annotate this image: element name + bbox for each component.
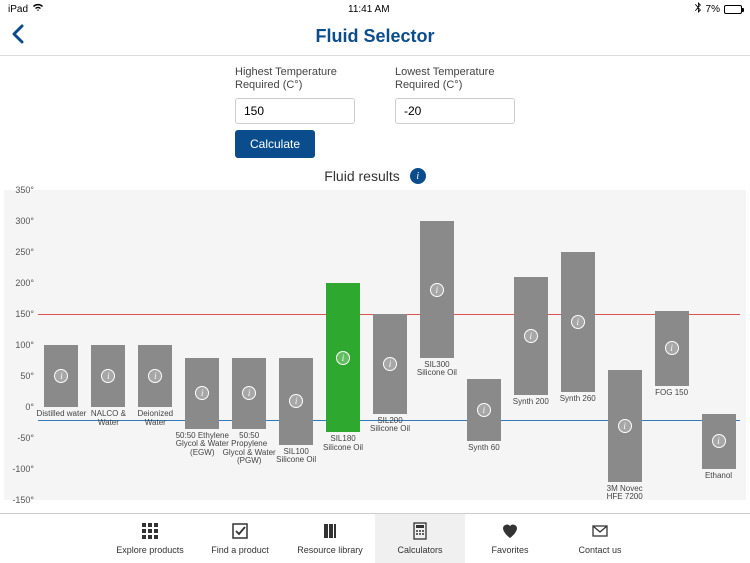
bar-label: SIL300 Silicone Oil [410, 361, 464, 378]
bluetooth-icon [694, 2, 702, 16]
y-tick: -150° [12, 495, 34, 505]
low-temp-input[interactable] [395, 98, 515, 124]
library-icon [321, 522, 339, 542]
bar-info-icon[interactable]: i [430, 283, 444, 297]
bar-synth-200[interactable]: i [514, 277, 548, 395]
bar-ethanol[interactable]: i [702, 414, 736, 470]
status-bar: iPad 11:41 AM 7% [0, 0, 750, 18]
bar-fog-150[interactable]: i [655, 311, 689, 385]
bar-deionized-water[interactable]: i [138, 345, 172, 407]
bar-nalco-water[interactable]: i [91, 345, 125, 407]
find-icon [231, 522, 249, 542]
bar-label: 50:50 Ethylene Glycol & Water (EGW) [175, 432, 229, 457]
high-temp-input[interactable] [235, 98, 355, 124]
tab-library[interactable]: Resource library [285, 514, 375, 563]
header: Fluid Selector [0, 18, 750, 56]
bar-synth-60[interactable]: i [467, 379, 501, 441]
bar-sil200-silicone-oil[interactable]: i [373, 314, 407, 413]
bar-info-icon[interactable]: i [148, 369, 162, 383]
bar-info-icon[interactable]: i [195, 386, 209, 400]
bar-label: SIL100 Silicone Oil [269, 448, 323, 465]
bar-label: SIL180 Silicone Oil [316, 435, 370, 452]
battery-percent: 7% [706, 4, 720, 15]
tab-calculators[interactable]: Calculators [375, 514, 465, 563]
y-tick: 0° [25, 402, 34, 412]
y-tick: 300° [15, 216, 34, 226]
clock: 11:41 AM [348, 4, 390, 15]
bar-label: Distilled water [34, 410, 88, 418]
y-tick: 350° [15, 185, 34, 195]
tab-label: Calculators [397, 545, 442, 555]
bar-info-icon[interactable]: i [383, 357, 397, 371]
bar-label: Ethanol [692, 472, 746, 480]
y-tick: -100° [12, 464, 34, 474]
calculate-button[interactable]: Calculate [235, 130, 315, 158]
form-area: Highest Temperature Required (C°) Calcul… [0, 56, 750, 166]
tab-favorites[interactable]: Favorites [465, 514, 555, 563]
bar-label: SIL200 Silicone Oil [363, 417, 417, 434]
bar-info-icon[interactable]: i [242, 386, 256, 400]
tab-label: Contact us [578, 545, 621, 555]
info-icon[interactable]: i [410, 168, 426, 184]
favorites-icon [501, 522, 519, 542]
bar-50-50-ethylene-glycol-water-egw-[interactable]: i [185, 358, 219, 429]
device-label: iPad [8, 4, 28, 15]
y-tick: -50° [17, 433, 34, 443]
contact-icon [591, 522, 609, 542]
bar-info-icon[interactable]: i [618, 419, 632, 433]
wifi-icon [32, 3, 44, 15]
tab-label: Resource library [297, 545, 363, 555]
bar-label: Synth 200 [504, 398, 558, 406]
tab-contact[interactable]: Contact us [555, 514, 645, 563]
y-axis: 350°300°250°200°150°100°50°0°-50°-100°-1… [4, 190, 38, 500]
bar-info-icon[interactable]: i [289, 394, 303, 408]
bar-label: Deionized Water [128, 410, 182, 427]
plot-area: iDistilled wateriNALCO & WateriDeionized… [38, 190, 740, 500]
bar-sil100-silicone-oil[interactable]: i [279, 358, 313, 445]
bar-label: NALCO & Water [81, 410, 135, 427]
explore-icon [141, 522, 159, 542]
results-header: Fluid results i [0, 166, 750, 190]
bar-3m-novec-hfe-7200[interactable]: i [608, 370, 642, 482]
bar-label: FOG 150 [645, 389, 699, 397]
bar-info-icon[interactable]: i [571, 315, 585, 329]
tab-explore[interactable]: Explore products [105, 514, 195, 563]
bar-sil300-silicone-oil[interactable]: i [420, 221, 454, 357]
tab-label: Explore products [116, 545, 184, 555]
high-temp-label: Highest Temperature Required (C°) [235, 66, 355, 92]
results-title: Fluid results [324, 168, 399, 184]
chart: 350°300°250°200°150°100°50°0°-50°-100°-1… [4, 190, 746, 500]
calculators-icon [411, 522, 429, 542]
tab-find[interactable]: Find a product [195, 514, 285, 563]
tab-bar: Explore products Find a product Resource l… [0, 513, 750, 563]
bar-label: 50:50 Propylene Glycol & Water (PGW) [222, 432, 276, 466]
bar-label: Synth 260 [551, 395, 605, 403]
page-title: Fluid Selector [315, 26, 434, 47]
y-tick: 150° [15, 309, 34, 319]
back-button[interactable] [10, 24, 24, 50]
bar-distilled-water[interactable]: i [44, 345, 78, 407]
tab-label: Find a product [211, 545, 269, 555]
bar-info-icon[interactable]: i [524, 329, 538, 343]
y-tick: 50° [20, 371, 34, 381]
y-tick: 200° [15, 278, 34, 288]
tab-label: Favorites [491, 545, 528, 555]
battery-icon [724, 5, 742, 14]
bar-info-icon[interactable]: i [54, 369, 68, 383]
y-tick: 100° [15, 340, 34, 350]
y-tick: 250° [15, 247, 34, 257]
bar-50-50-propylene-glycol-water-pgw-[interactable]: i [232, 358, 266, 429]
bar-info-icon[interactable]: i [477, 403, 491, 417]
bar-sil180-silicone-oil[interactable]: i [326, 283, 360, 432]
bar-info-icon[interactable]: i [336, 351, 350, 365]
bar-info-icon[interactable]: i [101, 369, 115, 383]
bar-synth-260[interactable]: i [561, 252, 595, 392]
bar-label: 3M Novec HFE 7200 [598, 485, 652, 502]
low-temp-label: Lowest Temperature Required (C°) [395, 66, 515, 92]
bar-info-icon[interactable]: i [712, 434, 726, 448]
bar-info-icon[interactable]: i [665, 341, 679, 355]
bar-label: Synth 60 [457, 444, 511, 452]
